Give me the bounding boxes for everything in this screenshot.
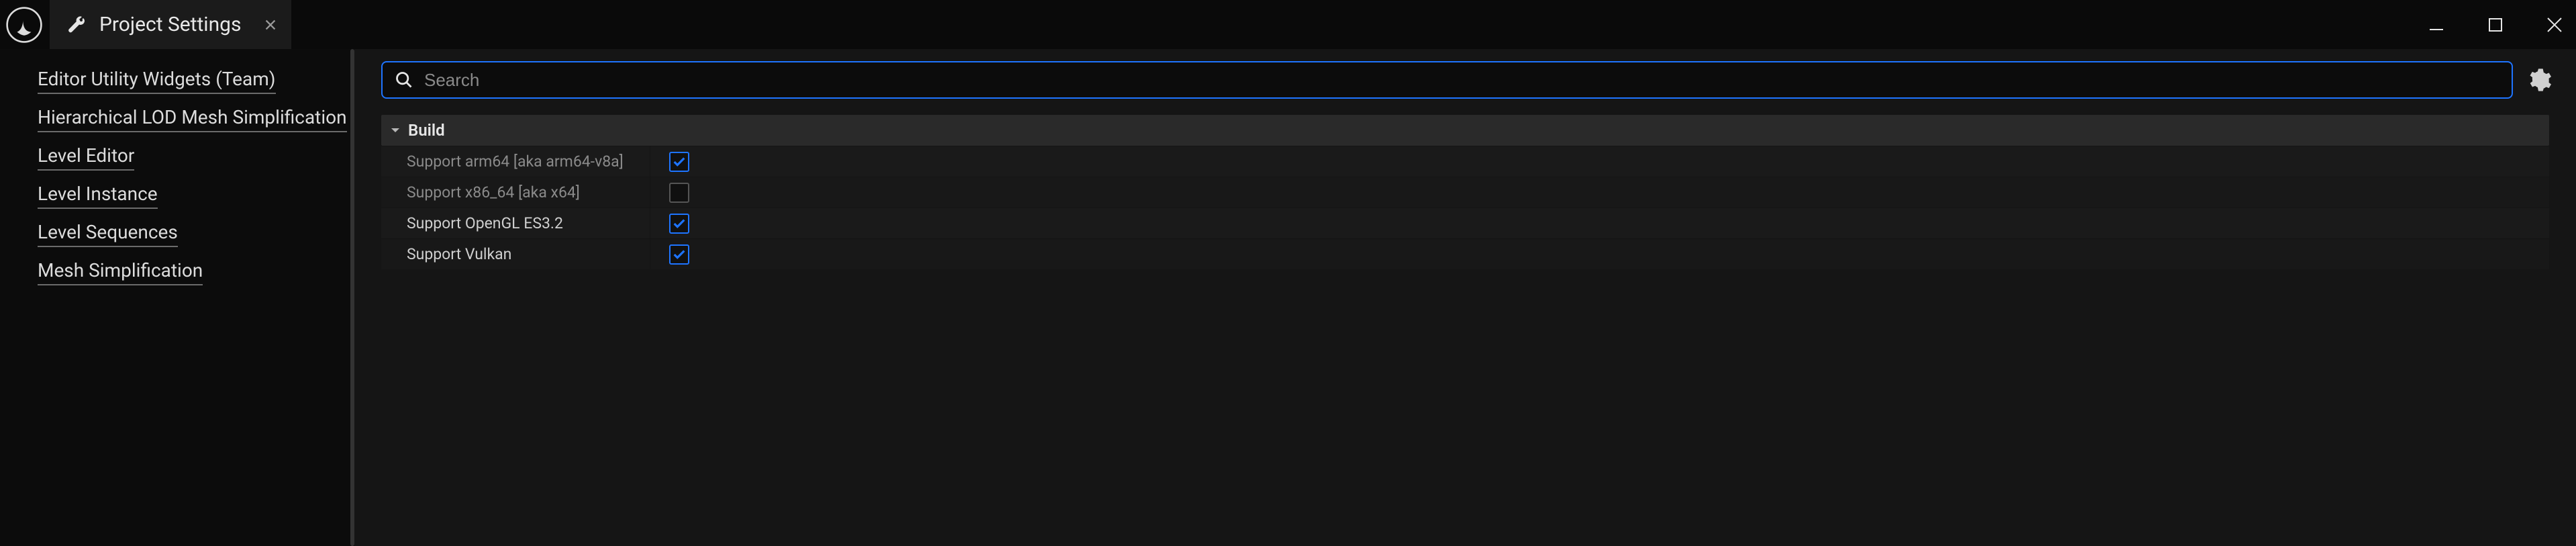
setting-row-arm64: Support arm64 [aka arm64-v8a] [381,146,2549,177]
window-buttons [2422,0,2569,49]
disclosure-triangle-icon [389,124,401,136]
setting-row-opengl-es32: Support OpenGL ES3.2 [381,208,2549,238]
content-pane: Build Support arm64 [aka arm64-v8a] Supp… [354,49,2576,546]
sidebar-item-level-instance[interactable]: Level Instance [38,183,158,209]
section-header-build[interactable]: Build [381,115,2549,146]
settings-menu-button[interactable] [2525,66,2552,93]
minimize-icon [2426,14,2447,36]
maximize-button[interactable] [2481,10,2510,40]
tab-title: Project Settings [99,13,242,36]
setting-label: Support x86_64 [aka x64] [381,183,650,201]
check-icon [672,216,687,231]
titlebar: Project Settings [0,0,2576,49]
close-icon [2544,14,2565,36]
checkbox-arm64[interactable] [669,152,689,172]
check-icon [672,154,687,169]
close-icon [263,17,278,32]
gear-icon [2525,66,2552,93]
maximize-icon [2485,14,2506,36]
settings-tab[interactable]: Project Settings [50,0,291,49]
settings-rows: Support arm64 [aka arm64-v8a] Support x8… [381,146,2549,269]
checkbox-opengl-es32[interactable] [669,214,689,234]
checkbox-x86-64[interactable] [669,183,689,203]
search-row [354,61,2572,99]
check-icon [672,247,687,262]
gear-wrench-icon [66,14,87,36]
main-split: Editor Utility Widgets (Team) Hierarchic… [0,49,2576,546]
sidebar-item-hlod-mesh-simplification[interactable]: Hierarchical LOD Mesh Simplification [38,106,347,132]
setting-row-x86-64: Support x86_64 [aka x64] [381,177,2549,208]
app-logo [5,6,43,44]
checkbox-vulkan[interactable] [669,244,689,265]
close-window-button[interactable] [2540,10,2569,40]
sidebar-item-editor-utility-widgets[interactable]: Editor Utility Widgets (Team) [38,68,276,94]
minimize-button[interactable] [2422,10,2451,40]
setting-label: Support Vulkan [381,245,650,263]
sidebar-item-level-sequences[interactable]: Level Sequences [38,221,178,247]
search-icon [395,71,413,89]
search-input[interactable] [423,69,2499,91]
section-title: Build [408,121,445,140]
close-tab-button[interactable] [263,17,278,32]
sidebar-item-mesh-simplification[interactable]: Mesh Simplification [38,259,203,285]
sidebar: Editor Utility Widgets (Team) Hierarchic… [0,49,354,546]
sidebar-item-level-editor[interactable]: Level Editor [38,144,134,171]
search-box[interactable] [381,61,2513,99]
setting-row-vulkan: Support Vulkan [381,238,2549,269]
setting-label: Support OpenGL ES3.2 [381,214,650,232]
setting-label: Support arm64 [aka arm64-v8a] [381,152,650,171]
